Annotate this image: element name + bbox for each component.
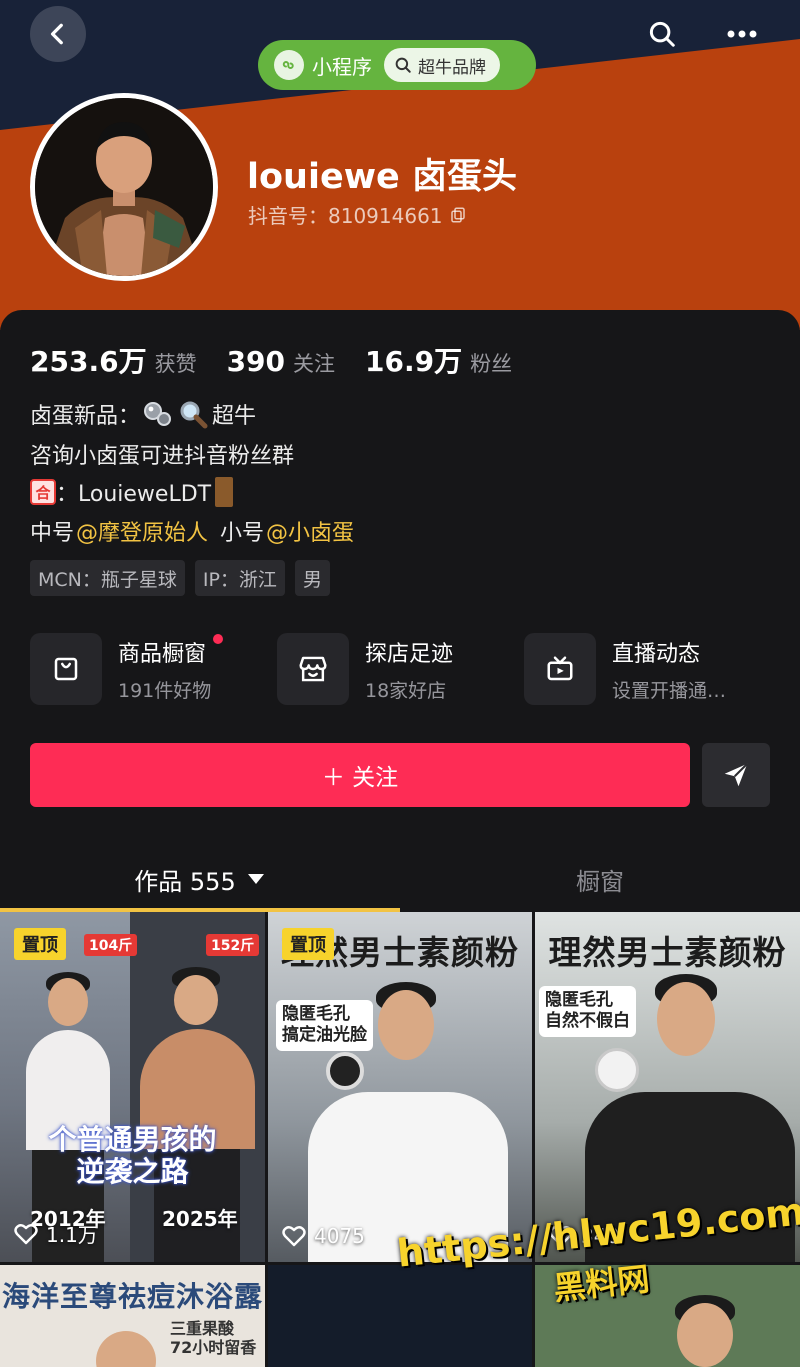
follow-button[interactable]: ＋ 关注 xyxy=(30,743,690,807)
shortcut-visits[interactable]: 探店足迹 18家好店 xyxy=(277,632,453,706)
he-badge-icon: 合 xyxy=(30,479,56,505)
shortcut-title: 商品橱窗 xyxy=(118,633,224,668)
copy-icon[interactable] xyxy=(449,206,467,224)
like-count: 1.1万 xyxy=(14,1219,98,1248)
douyin-id-row[interactable]: 抖音号：810914661 xyxy=(248,200,467,229)
video-cover-note: 三重果酸 72小时留香 xyxy=(170,1319,257,1358)
tag-gender: 男 xyxy=(294,560,330,596)
more-icon xyxy=(727,30,757,38)
magnifier-emoji-icon xyxy=(180,401,208,429)
bio-text: 卤蛋新品： xyxy=(30,404,141,429)
shortcut-subtitle: 191件好物 xyxy=(118,679,212,702)
bio-text: 超牛 xyxy=(212,404,257,429)
avatar[interactable] xyxy=(30,93,218,281)
following-label[interactable]: 关注 xyxy=(293,348,335,378)
video-tile[interactable]: 理然男士素颜粉 隐匿毛孔 搞定油光脸 置顶 4075 xyxy=(268,912,532,1262)
video-grid: 104斤 152斤 个普通男孩的 逆袭之路 2012年 2025年 置顶 1.1… xyxy=(0,912,800,1367)
shortcut-showcase[interactable]: 商品橱窗 191件好物 xyxy=(30,632,224,706)
bio-line: 卤蛋新品： 超牛 xyxy=(30,398,256,430)
mini-program-label: 小程序 xyxy=(312,54,372,79)
tab-works[interactable]: 作品 555 xyxy=(0,848,400,910)
profile-header: 小程序 超牛品牌 louiewe 卤蛋头 抖音号：810914661 xyxy=(0,0,800,330)
video-cover-title: 理然男士素颜粉 xyxy=(548,933,787,972)
pinned-badge: 置顶 xyxy=(14,928,66,960)
weight-label: 152斤 xyxy=(206,934,260,956)
likes-label: 获赞 xyxy=(154,352,197,376)
shortcut-title: 探店足迹 xyxy=(365,641,454,667)
video-caption: 个普通男孩的 逆袭之路 xyxy=(48,1123,217,1189)
username: louiewe 卤蛋头 xyxy=(247,157,517,197)
likes-count: 253.6万 xyxy=(30,345,147,378)
shortcut-live[interactable]: 直播动态 设置开播通… xyxy=(524,632,726,706)
bio-text: 中号 xyxy=(30,521,75,546)
caret-down-icon xyxy=(247,874,264,884)
chevron-left-icon xyxy=(50,23,63,45)
bio-line: 中号 @摩登原始人 小号 @小卤蛋 xyxy=(30,515,354,547)
tab-works-label: 作品 555 xyxy=(134,867,236,896)
heart-icon xyxy=(282,1226,306,1247)
store-icon xyxy=(277,633,349,705)
stats-row: 253.6万 获赞 390 关注 16.9万 粉丝 xyxy=(30,340,542,380)
mention-link[interactable]: @小卤蛋 xyxy=(266,515,354,547)
mini-program-pill[interactable]: 小程序 超牛品牌 xyxy=(258,40,536,90)
search-icon xyxy=(649,21,675,47)
brand-search-pill[interactable]: 超牛品牌 xyxy=(384,48,500,82)
video-tile[interactable]: 海洋至尊祛痘沐浴露 三重果酸 72小时留香 xyxy=(0,1265,265,1367)
search-icon xyxy=(395,57,411,73)
notification-dot xyxy=(213,633,224,644)
video-cover-title: 海洋至尊祛痘沐浴露 xyxy=(1,1280,263,1313)
bag-icon xyxy=(30,633,102,705)
brand-search-label: 超牛品牌 xyxy=(418,57,486,78)
shortcut-subtitle: 18家好店 xyxy=(365,679,447,702)
tag-row: MCN：瓶子星球 IP：浙江 男 xyxy=(30,560,330,596)
bubbles-icon xyxy=(144,402,172,426)
more-button[interactable] xyxy=(714,6,770,62)
heart-icon xyxy=(14,1223,38,1244)
person xyxy=(308,982,508,1262)
pinned-badge: 置顶 xyxy=(282,928,334,960)
search-button[interactable] xyxy=(634,6,690,62)
tab-showcase[interactable]: 橱窗 xyxy=(400,848,800,910)
tv-icon xyxy=(524,633,596,705)
douyin-id: 抖音号：810914661 xyxy=(248,204,443,228)
bio-line: 合 ：LouieweLDT xyxy=(30,476,234,508)
mention-link[interactable]: @摩登原始人 xyxy=(76,515,208,547)
mini-program-icon xyxy=(274,50,304,80)
share-button[interactable] xyxy=(702,743,770,807)
back-button[interactable] xyxy=(30,6,86,62)
followers-count[interactable]: 16.9万 xyxy=(365,340,462,380)
bio-line: 咨询小卤蛋可进抖音粉丝群 xyxy=(30,444,295,469)
shortcut-subtitle: 设置开播通… xyxy=(612,679,727,702)
tag-mcn[interactable]: MCN：瓶子星球 xyxy=(30,560,185,596)
weight-label: 104斤 xyxy=(84,934,138,956)
bio-text: 小号 xyxy=(220,521,265,546)
following-count[interactable]: 390 xyxy=(227,345,285,378)
bio-text: ：LouieweLDT xyxy=(56,482,212,507)
followers-label[interactable]: 粉丝 xyxy=(470,348,512,378)
shortcut-title: 直播动态 xyxy=(612,641,701,667)
tag-ip: IP：浙江 xyxy=(194,560,285,596)
door-icon xyxy=(215,477,234,507)
paper-plane-icon xyxy=(724,763,748,787)
year-label: 2025年 xyxy=(162,1207,238,1231)
video-tile[interactable]: 104斤 152斤 个普通男孩的 逆袭之路 2012年 2025年 置顶 1.1… xyxy=(0,912,265,1262)
like-count: 4075 xyxy=(282,1224,365,1248)
